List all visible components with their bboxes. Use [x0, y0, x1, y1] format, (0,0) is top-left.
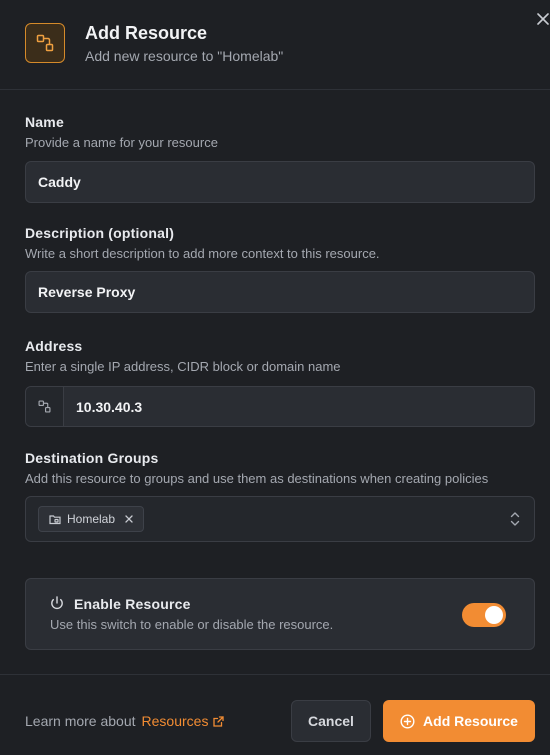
- description-input[interactable]: [25, 271, 535, 313]
- name-label: Name: [25, 114, 64, 130]
- enable-resource-card: Enable Resource Use this switch to enabl…: [25, 578, 535, 650]
- chevron-updown-icon: [510, 511, 520, 532]
- address-field: [25, 386, 535, 427]
- plus-circle-icon: [400, 713, 415, 729]
- enable-resource-description: Use this switch to enable or disable the…: [50, 617, 334, 632]
- address-help: Enter a single IP address, CIDR block or…: [25, 359, 341, 374]
- modal-footer: Learn more about Resources Cancel Add Re…: [0, 674, 550, 755]
- close-icon[interactable]: [534, 10, 550, 28]
- description-label: Description (optional): [25, 225, 175, 241]
- groups-select[interactable]: Homelab: [25, 496, 535, 542]
- address-label: Address: [25, 338, 83, 354]
- group-chip-label: Homelab: [67, 512, 116, 526]
- learn-more-text: Learn more about: [25, 713, 136, 729]
- resources-link[interactable]: Resources: [142, 713, 225, 729]
- external-link-icon: [213, 715, 225, 727]
- name-input[interactable]: [25, 161, 535, 203]
- resources-link-label: Resources: [141, 713, 209, 729]
- toggle-knob: [485, 606, 503, 624]
- modal-subtitle: Add new resource to "Homelab": [85, 48, 284, 64]
- groups-label: Destination Groups: [25, 450, 159, 466]
- enable-resource-title: Enable Resource: [74, 596, 191, 612]
- modal-title: Add Resource: [85, 23, 208, 43]
- group-chip: Homelab: [38, 506, 145, 532]
- modal-header: Add Resource Add new resource to "Homela…: [0, 0, 550, 90]
- description-help: Write a short description to add more co…: [25, 246, 380, 261]
- add-resource-button[interactable]: Add Resource: [383, 700, 535, 742]
- remove-chip-icon[interactable]: [125, 515, 133, 523]
- resource-type-icon: [26, 387, 64, 426]
- learn-more: Learn more about Resources: [25, 713, 225, 729]
- resource-icon: [25, 23, 65, 63]
- address-input[interactable]: [64, 387, 534, 426]
- power-icon: [50, 596, 64, 616]
- name-help: Provide a name for your resource: [25, 135, 218, 150]
- groups-help: Add this resource to groups and use them…: [25, 471, 489, 486]
- folder-network-icon: [49, 514, 61, 524]
- enable-resource-toggle[interactable]: [462, 603, 506, 627]
- add-resource-modal: Add Resource Add new resource to "Homela…: [0, 0, 550, 755]
- add-resource-label: Add Resource: [423, 713, 518, 729]
- cancel-button[interactable]: Cancel: [291, 700, 371, 742]
